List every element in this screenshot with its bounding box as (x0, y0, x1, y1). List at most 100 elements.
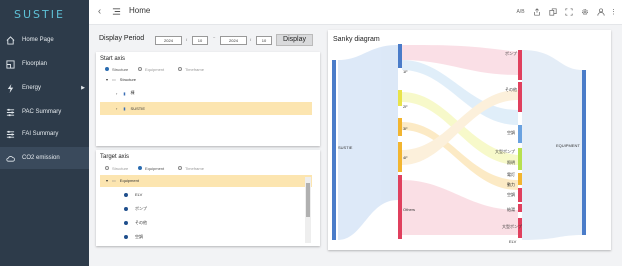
sankey-label-right: ポンプ (505, 51, 517, 56)
menu-icon[interactable] (111, 6, 122, 17)
sankey-node-1f (398, 44, 402, 68)
equipment-icon (124, 207, 128, 211)
sidebar-item-pac-summary[interactable]: PAC Summary (0, 101, 89, 123)
more-vertical-icon[interactable]: ⋮ (608, 6, 619, 17)
sankey-label-right: 空調 (507, 192, 515, 197)
chevron-down-icon: ▾ (106, 77, 109, 82)
sankey-node-right (518, 188, 522, 202)
sidebar-item-label: Floorplan (22, 61, 48, 67)
sidebar-item-co2-emission[interactable]: CO2 emission (0, 147, 89, 169)
user-icon[interactable] (595, 6, 606, 17)
chevron-right-icon: › (116, 106, 118, 111)
sankey-label-right: 空調 (507, 130, 515, 135)
tree-item[interactable]: その他 (124, 220, 147, 226)
start-axis-title: Start axis (100, 56, 126, 62)
date-separator-slash: / (186, 37, 188, 42)
page-title: Home (129, 6, 151, 15)
radio-label: Equipment (145, 67, 165, 72)
sankey-node-left (332, 60, 336, 240)
home-icon (6, 35, 15, 45)
target-axis-radio-equipment[interactable] (138, 166, 142, 170)
sankey-node-right (518, 82, 522, 112)
target-axis-radio-structure[interactable] (105, 166, 109, 170)
folder-icon: ▭ (112, 77, 116, 82)
chevron-right-icon: › (116, 90, 118, 96)
share-icon[interactable] (531, 6, 542, 17)
floorplan-icon (6, 59, 15, 69)
radio-label: Equipment (145, 166, 165, 171)
end-month-input[interactable]: 10 (256, 36, 272, 45)
copy-icon[interactable] (547, 6, 558, 17)
sankey-label-right: 電灯 (507, 172, 515, 177)
scrollbar[interactable] (305, 177, 311, 243)
display-period-label: Display Period (99, 35, 145, 42)
start-year-input[interactable]: 2024 (155, 36, 182, 45)
sankey-label-right: 給湯 (507, 207, 515, 212)
sidebar-item-fai-summary[interactable]: FAI Summary (0, 123, 89, 145)
radio-label: Timeframe (185, 166, 204, 171)
sidebar-item-energy[interactable]: Energy ▶ (0, 77, 89, 99)
start-axis-radio-timeframe[interactable] (178, 67, 182, 71)
gear-icon[interactable] (579, 6, 590, 17)
date-separator-slash: / (250, 37, 252, 42)
sidebar-item-home[interactable]: Home Page (0, 29, 89, 51)
start-axis-radio-equipment[interactable] (138, 67, 142, 71)
sankey-label-right: ELV (509, 239, 517, 244)
display-button[interactable]: Display (276, 34, 313, 46)
tree-item[interactable]: 空調 (124, 234, 143, 240)
radio-label: Structure (112, 67, 129, 72)
sankey-node-right (518, 173, 522, 185)
sankey-label-right: 動力 (507, 182, 515, 187)
tree-root[interactable]: ▾ ▭ Structure (106, 77, 136, 82)
tree-item[interactable]: › ▮ 棟 (116, 90, 135, 96)
target-axis-panel (96, 150, 320, 246)
sidebar-item-label: FAI Summary (22, 131, 59, 137)
sankey-node-right (518, 125, 522, 143)
sankey-node-2f (398, 90, 402, 106)
scrollbar-thumb[interactable] (306, 183, 310, 217)
app-logo: SUSTIE (14, 8, 65, 21)
sankey-node-right (518, 204, 522, 212)
sankey-label-mid: 4F (403, 155, 408, 160)
building-icon: ▮ (123, 106, 126, 111)
end-year-input[interactable]: 2024 (220, 36, 247, 45)
sankey-label-right: その他 (505, 87, 517, 92)
sankey-label-mid: 3F (403, 126, 408, 131)
fullscreen-icon[interactable] (563, 6, 574, 17)
sankey-label-far-right: EQUIPMENT (556, 143, 580, 148)
sankey-node-right (518, 50, 522, 80)
sankey-diagram (332, 44, 586, 240)
cloud-icon (6, 155, 15, 162)
tree-root[interactable]: ▾ ▭ Equipment (106, 178, 139, 183)
target-axis-title: Target axis (100, 154, 130, 160)
equipment-icon (124, 192, 128, 197)
sliders-icon (6, 108, 15, 116)
top-bar: ‹ Home A/B ⋮ (89, 0, 622, 25)
sidebar-item-floorplan[interactable]: Floorplan (0, 53, 89, 75)
radio-label: Structure (112, 166, 129, 171)
sliders-icon (6, 130, 15, 138)
sankey-label-right: 大型ポンプ (502, 224, 522, 229)
target-axis-radio-timeframe[interactable] (178, 166, 182, 170)
back-icon[interactable]: ‹ (94, 6, 105, 17)
start-axis-radio-structure[interactable] (105, 67, 109, 71)
sankey-node-4f (398, 142, 402, 172)
folder-icon: ▭ (112, 178, 116, 183)
date-range-separator: ~ (213, 35, 216, 40)
tree-item[interactable]: ELV (124, 192, 142, 197)
start-month-input[interactable]: 10 (192, 36, 208, 45)
sidebar-item-label: Home Page (22, 37, 54, 43)
language-toggle[interactable]: A/B (515, 6, 526, 17)
sankey-label-left: SUSTIE (338, 145, 353, 150)
radio-label: Timeframe (185, 67, 204, 72)
sidebar: SUSTIE Home Page Floorplan Energy ▶ PAC … (0, 0, 89, 266)
sidebar-item-label: Energy (22, 85, 42, 91)
tree-item[interactable]: › ▮ SUSTIE (116, 106, 145, 111)
sankey-node-3f (398, 118, 402, 136)
sankey-node-right (518, 148, 522, 170)
lightning-icon (7, 83, 14, 93)
equipment-icon (124, 221, 128, 225)
sankey-label-mid: 1F (403, 69, 408, 74)
tree-item[interactable]: ポンプ (124, 206, 147, 212)
building-icon: ▮ (123, 90, 126, 96)
